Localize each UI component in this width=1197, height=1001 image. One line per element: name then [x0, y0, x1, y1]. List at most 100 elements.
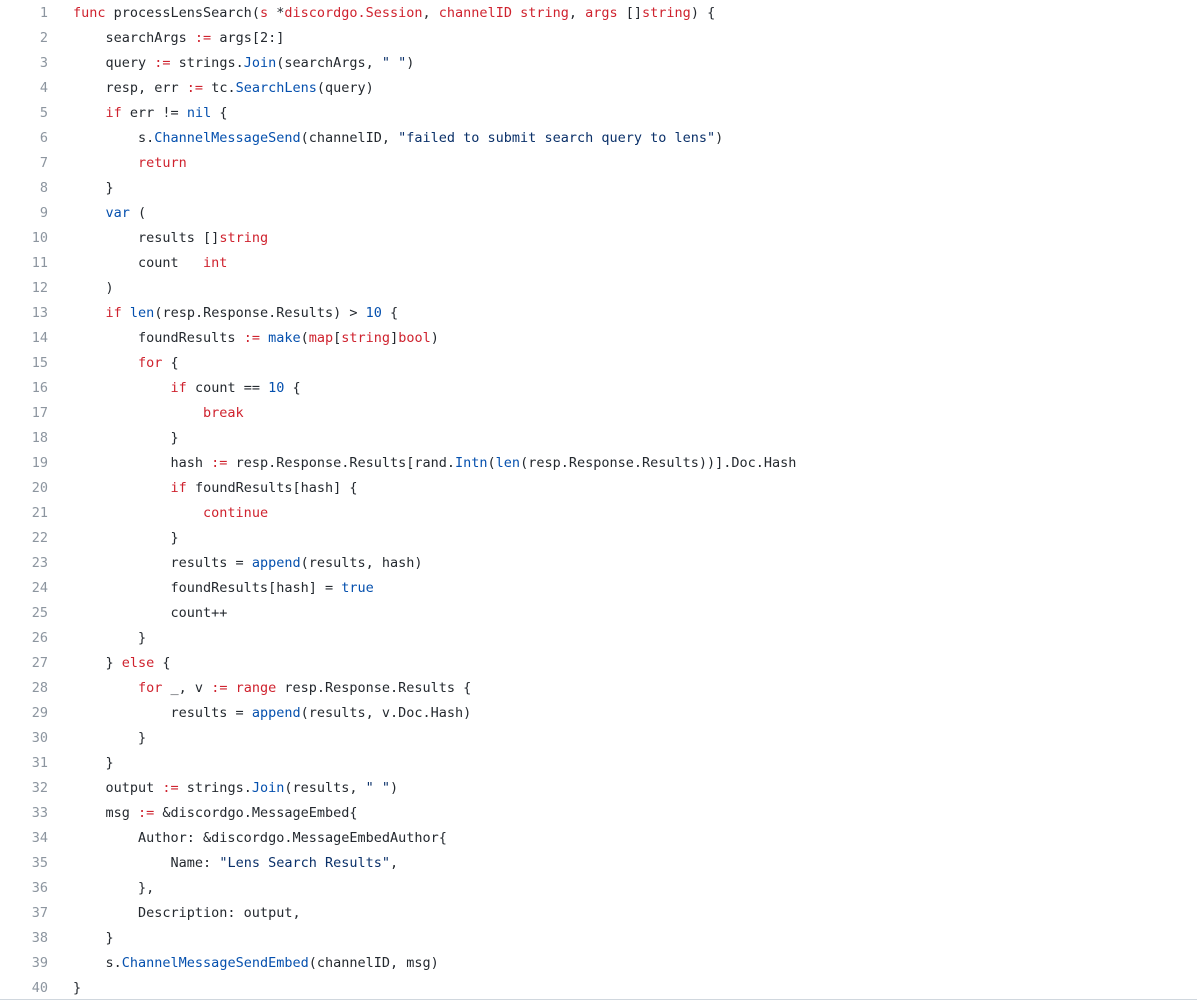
code-token: " " [381, 55, 407, 71]
code-token: * [268, 5, 285, 21]
code-text: msg := &discordgo.MessageEmbed{ [73, 801, 358, 826]
code-text: var ( [73, 201, 147, 226]
line-number: 39 [31, 955, 48, 971]
code-token: , [568, 5, 586, 21]
code-token: resp, err [73, 80, 187, 96]
code-line: 27 } else { [0, 651, 1197, 676]
line-number: 7 [39, 155, 48, 171]
code-token: msg [73, 805, 139, 821]
code-token: ) [430, 330, 439, 346]
line-number: 8 [39, 180, 48, 196]
code-line: 10 results []string [0, 226, 1197, 251]
code-line: 7 return [0, 151, 1197, 176]
code-token: "Lens Search Results" [219, 855, 390, 871]
code-token: := [211, 680, 228, 696]
line-number: 6 [39, 130, 48, 146]
code-line: 30 } [0, 726, 1197, 751]
line-number: 20 [31, 480, 48, 496]
code-token: int [203, 255, 228, 271]
line-number: 34 [31, 830, 48, 846]
code-token: break [203, 405, 244, 421]
code-token: } [73, 655, 122, 671]
code-text: } [73, 176, 114, 201]
code-token: append [251, 555, 301, 571]
code-token: } [73, 430, 179, 446]
code-line: 23 results = append(results, hash) [0, 551, 1197, 576]
code-text: resp, err := tc.SearchLens(query) [73, 76, 374, 101]
code-text: count int [73, 251, 227, 276]
code-viewer[interactable]: 1 func processLensSearch(s *discordgo.Ses… [0, 0, 1197, 1001]
code-token: Description: output, [73, 905, 301, 921]
code-text: Description: output, [73, 901, 301, 926]
code-line: 2 searchArgs := args[2:] [0, 26, 1197, 51]
code-token: } [73, 930, 114, 946]
code-line: 14 foundResults := make(map[string]bool) [0, 326, 1197, 351]
code-line: 34 Author: &discordgo.MessageEmbedAuthor… [0, 826, 1197, 851]
code-token: }, [73, 880, 155, 896]
code-token: s. [73, 955, 122, 971]
line-number: 27 [31, 655, 48, 671]
code-text: continue [73, 501, 268, 526]
code-token: ) [73, 280, 114, 296]
code-token: s [259, 5, 269, 21]
code-token: ChannelMessageSend [154, 130, 301, 146]
code-token: results = [73, 555, 252, 571]
code-text: output := strings.Join(results, " ") [73, 776, 399, 801]
code-token: var [105, 205, 130, 221]
code-token: else [121, 655, 155, 671]
line-number: 12 [31, 280, 48, 296]
code-token: string [341, 330, 391, 346]
code-token: if [170, 480, 187, 496]
code-token: } [73, 180, 114, 196]
code-token: strings. [170, 55, 244, 71]
code-token: range [235, 680, 277, 696]
code-token: SearchLens [235, 80, 317, 96]
code-token: { [162, 355, 179, 371]
code-line: 13 if len(resp.Response.Results) > 10 { [0, 301, 1197, 326]
code-line: 6 s.ChannelMessageSend(channelID, "faile… [0, 126, 1197, 151]
code-token: string [520, 5, 569, 21]
code-token: tc. [203, 80, 236, 96]
divider [0, 999, 1197, 1000]
line-number: 40 [31, 980, 48, 996]
code-token: := [138, 805, 155, 821]
code-token: map [308, 330, 334, 346]
code-token: := [194, 30, 212, 46]
code-token: (resp.Response.Results))].Doc.Hash [520, 455, 797, 471]
code-line: 22 } [0, 526, 1197, 551]
code-line: 21 continue [0, 501, 1197, 526]
code-line: 5 if err != nil { [0, 101, 1197, 126]
code-token: := [211, 455, 228, 471]
code-token: " " [365, 780, 391, 796]
code-text: } [73, 926, 114, 951]
code-token: if [170, 380, 187, 396]
code-token: foundResults [73, 330, 244, 346]
code-line: 12 ) [0, 276, 1197, 301]
code-text: if err != nil { [73, 101, 228, 126]
line-number: 13 [31, 305, 48, 321]
code-token: := [186, 80, 204, 96]
code-token: ) [715, 130, 724, 146]
code-token: foundResults[hash] = [73, 580, 342, 596]
code-token: len [495, 455, 521, 471]
code-token: discordgo.Session [284, 5, 423, 21]
line-number: 31 [31, 755, 48, 771]
code-token: [] [617, 5, 643, 21]
code-token: := [154, 55, 171, 71]
code-line: 38 } [0, 926, 1197, 951]
code-token: query [73, 55, 155, 71]
code-token: (searchArgs, [276, 55, 382, 71]
code-line: 9 var ( [0, 201, 1197, 226]
code-token: func [73, 5, 106, 21]
code-text: query := strings.Join(searchArgs, " ") [73, 51, 415, 76]
code-token: searchArgs [73, 30, 195, 46]
code-line: 26 } [0, 626, 1197, 651]
code-token: hash [73, 455, 212, 471]
line-number: 3 [39, 55, 48, 71]
code-line: 1 func processLensSearch(s *discordgo.Ses… [0, 1, 1197, 26]
code-line: 29 results = append(results, v.Doc.Hash) [0, 701, 1197, 726]
